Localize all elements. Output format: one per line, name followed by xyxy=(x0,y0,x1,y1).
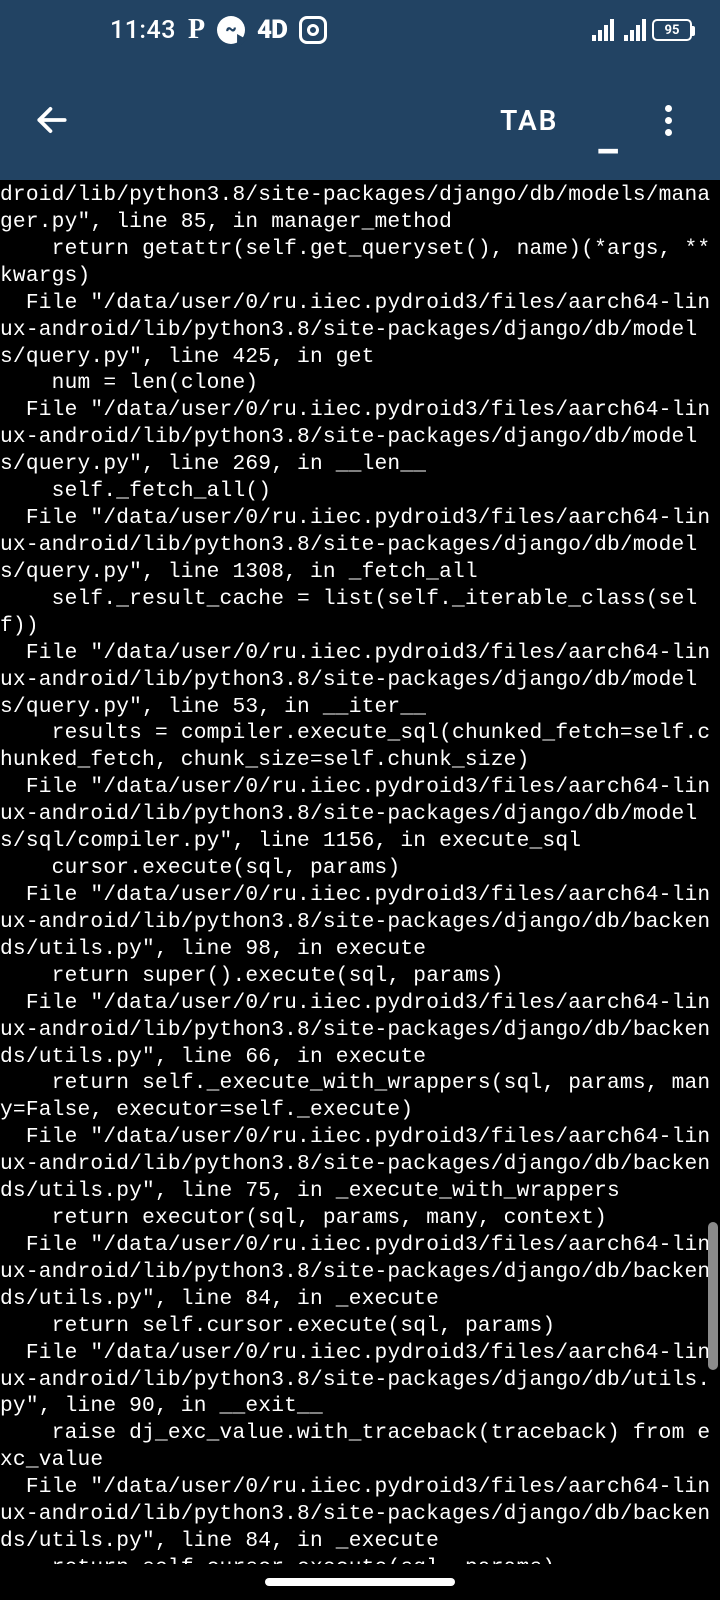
messenger-icon: ~ xyxy=(217,16,245,44)
fourd-icon: 4D xyxy=(257,15,287,45)
signal-1-icon xyxy=(592,19,614,41)
p-icon: P xyxy=(188,14,205,46)
instagram-icon xyxy=(299,16,327,44)
minimize-button[interactable]: _ xyxy=(576,113,628,145)
clock: 11:43 xyxy=(110,16,176,45)
app-toolbar: TAB _ xyxy=(0,60,720,180)
status-right: 95 xyxy=(592,19,692,41)
scrollbar-thumb[interactable] xyxy=(708,1222,718,1370)
nav-pill-icon xyxy=(265,1578,455,1586)
status-bar: 11:43 P ~ 4D 95 xyxy=(0,0,720,60)
gesture-bar[interactable] xyxy=(0,1564,720,1600)
traceback-text: droid/lib/python3.8/site-packages/django… xyxy=(0,183,710,1564)
battery-icon: 95 xyxy=(652,19,692,41)
tab-button[interactable]: TAB xyxy=(482,96,576,145)
back-button[interactable] xyxy=(30,98,74,142)
terminal-output[interactable]: droid/lib/python3.8/site-packages/django… xyxy=(0,180,720,1564)
status-left: 11:43 P ~ 4D xyxy=(14,14,327,46)
arrow-left-icon xyxy=(33,101,71,139)
signal-2-icon xyxy=(624,19,646,41)
more-menu-button[interactable] xyxy=(646,98,690,142)
